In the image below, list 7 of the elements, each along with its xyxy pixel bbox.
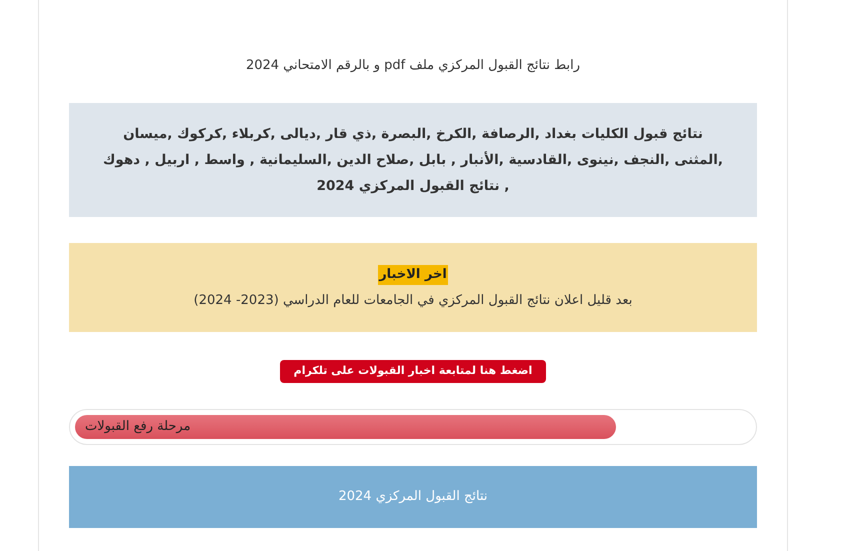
provinces-panel: نتائج قبول الكليات بغداد ,الرصافة ,الكرخ ,البصرة ,ذي قار ,ديالى ,كربلاء ,كركوك ,ميسان ,المثنى ,النجف ,نينوى ,القادسية ,الأنبار , بابل ,صلاح الدين ,السليمانية , واسط , اربيل , دهوك , نتائج القبول المركزي 2024 xyxy=(69,103,757,217)
news-text: بعد قليل اعلان نتائج القبول المركزي في الجامعات للعام الدراسي (2023- 2024) xyxy=(194,292,632,310)
banner-title: نتائج القبول المركزي 2024 xyxy=(338,488,488,506)
link-title: رابط نتائج القبول المركزي ملف pdf و بالرقم الامتحاني 2024 xyxy=(244,57,582,75)
telegram-button[interactable]: اضغط هنا لمتابعة اخبار القبولات على تلكرام xyxy=(280,360,546,383)
progress-label: مرحلة رفع القبولات xyxy=(85,418,191,436)
news-heading: اخر الاخبار xyxy=(378,265,448,284)
